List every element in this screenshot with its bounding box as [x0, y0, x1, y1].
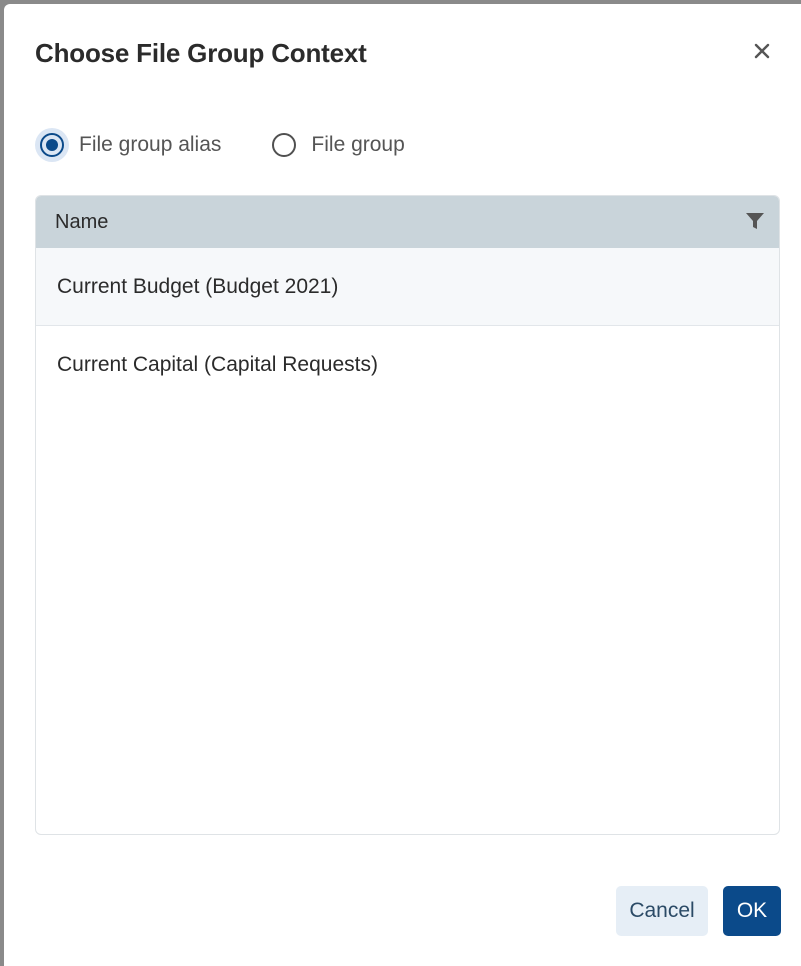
table-row[interactable]: Current Budget (Budget 2021)	[36, 248, 779, 326]
context-type-radio-group: File group alias File group	[35, 128, 451, 162]
radio-file-group-alias[interactable]: File group alias	[35, 128, 221, 162]
choose-file-group-context-dialog: Choose File Group Context File group ali…	[4, 4, 801, 966]
radio-unchecked-icon[interactable]	[267, 128, 301, 162]
file-group-grid: Name Current Budget (Budget 2021) Curren…	[35, 195, 780, 835]
radio-file-group[interactable]: File group	[267, 128, 405, 162]
dialog-footer: Cancel OK	[616, 886, 781, 936]
ok-button[interactable]: OK	[723, 886, 781, 936]
grid-header: Name	[36, 196, 779, 248]
column-header-name[interactable]: Name	[55, 211, 108, 234]
radio-label: File group alias	[79, 133, 222, 156]
filter-button[interactable]	[745, 211, 765, 231]
radio-checked-icon[interactable]	[35, 128, 69, 162]
filter-icon	[746, 213, 764, 229]
cancel-button[interactable]: Cancel	[616, 886, 708, 936]
close-button[interactable]	[751, 40, 773, 62]
radio-label: File group	[311, 133, 405, 156]
dialog-title: Choose File Group Context	[35, 38, 367, 68]
close-icon	[754, 43, 770, 59]
table-row[interactable]: Current Capital (Capital Requests)	[36, 326, 779, 404]
